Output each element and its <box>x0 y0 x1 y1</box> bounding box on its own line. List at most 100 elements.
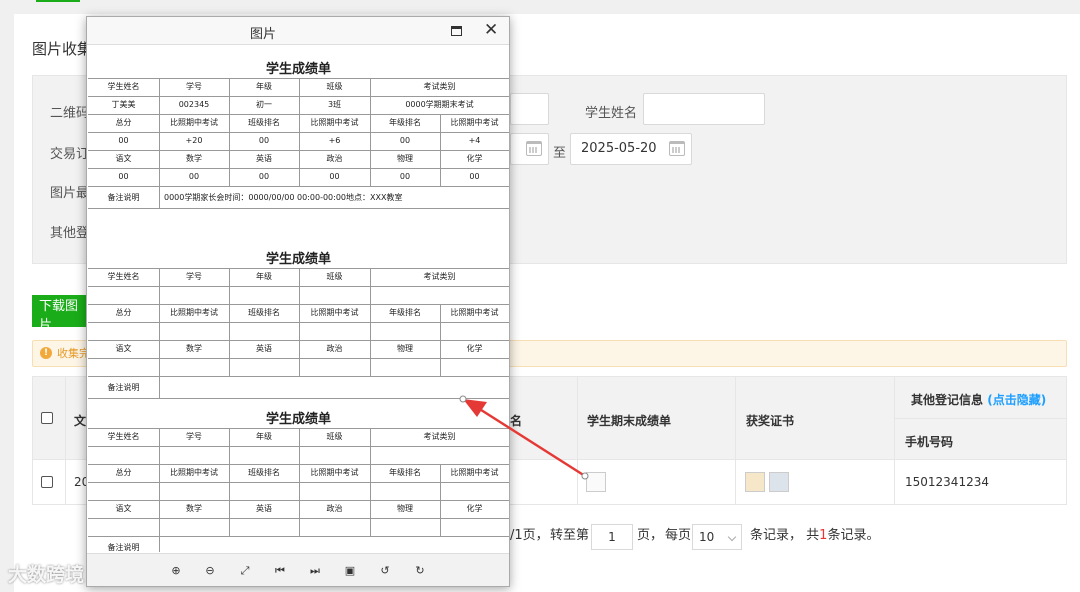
image-icon[interactable]: ▣ <box>343 564 357 578</box>
sheet-header-cell: 比照期中考试 <box>310 468 359 477</box>
filter-label-other: 其他登 <box>50 226 90 241</box>
pager-total-post: 条记录。 <box>827 528 880 543</box>
sheet-header-cell: 年级 <box>256 432 272 441</box>
sheet-header-cell: 化学 <box>466 344 483 353</box>
student-name-label: 学生姓名 <box>585 106 638 121</box>
sheet-value-cell: 00 <box>469 172 480 181</box>
grid-line <box>159 536 160 552</box>
remark-label: 备注说明 <box>107 383 140 392</box>
chevron-down-icon <box>727 532 737 542</box>
header-name: 名 <box>510 414 523 428</box>
award-thumbnail[interactable] <box>745 472 765 492</box>
sheet-header-cell: 英语 <box>256 504 272 513</box>
award-thumbnail[interactable] <box>769 472 789 492</box>
modal-toolbar: ⊕ ⊖ ⤢ ⏮ ⏭ ▣ ↺ ↻ <box>87 553 509 586</box>
sheet-header-cell: 班级排名 <box>248 468 280 477</box>
report-card-sheet: 学生成绩单 学生姓名 学号 年级 班级 考试类别 总分 比照期中考试 班级排名 比照期中考试 年级排… <box>88 236 509 401</box>
calendar-icon <box>526 141 542 156</box>
date-start-input[interactable] <box>510 133 549 165</box>
header-other-info-label: 其他登记信息 <box>911 393 984 407</box>
zoom-in-icon[interactable]: ⊕ <box>169 564 183 578</box>
sheet-header-cell: 年级排名 <box>389 468 421 477</box>
image-preview-modal: 图片 ✕ 学生成绩单 学生姓名 学号 年级 班级 考试类别 总分 比照期中考试 班级排名 比照期中… <box>86 16 510 587</box>
sheet-header-cell: 年级 <box>256 82 272 91</box>
sheet-title: 学生成绩单 <box>265 252 331 267</box>
pager-records: 条记录， 共1条记录。 <box>750 524 879 543</box>
sheet-header-cell: 班级排名 <box>248 308 280 317</box>
sheet-header-cell: 班级排名 <box>248 118 280 127</box>
sheet-value-cell: 00 <box>118 136 129 145</box>
sheet-header-cell: 学号 <box>186 82 202 91</box>
pager-size-select[interactable]: 10 <box>692 524 742 550</box>
header-phone: 手机号码 <box>905 435 954 449</box>
sheet-value-cell: 0000学期期末考试 <box>405 100 474 109</box>
sheet-header-cell: 比照期中考试 <box>450 468 499 477</box>
sheet-header-cell: 考试类别 <box>423 432 456 441</box>
filter-label-image: 图片最 <box>50 186 90 201</box>
sheet-title: 学生成绩单 <box>265 412 331 427</box>
watermark-logo: 大数跨境 <box>8 564 85 586</box>
remark-label: 备注说明 <box>107 543 140 552</box>
pager-per: 每页 <box>665 528 692 543</box>
report-card-sheet: 学生成绩单 学生姓名 学号 年级 班级 考试类别 总分 比照期中考试 班级排名 比照期中考试 年级排… <box>88 46 509 211</box>
date-end-input[interactable]: 2025-05-20 <box>570 133 692 165</box>
sheet-title: 学生成绩单 <box>265 62 331 77</box>
sheet-header-cell: 总分 <box>115 118 132 127</box>
download-images-button[interactable]: 下载图片 <box>32 295 90 333</box>
fit-icon[interactable]: ⤢ <box>238 564 252 578</box>
row-checkbox[interactable] <box>41 476 53 488</box>
sheet-value-cell: +6 <box>328 136 341 145</box>
modal-image-area[interactable]: 学生成绩单 学生姓名 学号 年级 班级 考试类别 总分 比照期中考试 班级排名 比照期中考试 年级排… <box>88 46 509 552</box>
sheet-header-cell: 班级 <box>326 272 343 281</box>
sheet-header-cell: 政治 <box>326 504 343 513</box>
sheet-value-cell: 00 <box>258 172 270 181</box>
first-icon[interactable]: ⏮ <box>273 564 287 578</box>
remark-label: 备注说明 <box>107 193 140 202</box>
sheet-header-cell: 比照期中考试 <box>450 118 499 127</box>
calendar-icon <box>669 141 685 156</box>
report-card-sheet: 学生成绩单 学生姓名 学号 年级 班级 考试类别 总分 比照期中考试 班级排名 比照期中考试 年级排… <box>88 396 509 552</box>
sheet-header-cell: 数学 <box>186 504 202 513</box>
hide-other-info-link[interactable]: (点击隐藏) <box>987 393 1046 407</box>
page-title: 图片收集 <box>32 40 93 58</box>
sheet-header-cell: 比照期中考试 <box>310 308 359 317</box>
zoom-out-icon[interactable]: ⊖ <box>203 564 217 578</box>
sheet-header-cell: 总分 <box>115 308 132 317</box>
rotate-right-icon[interactable]: ↻ <box>413 564 427 578</box>
sheet-header-cell: 考试类别 <box>423 82 456 91</box>
sheet-value-cell: 00 <box>329 172 340 181</box>
student-name-input[interactable] <box>643 93 765 125</box>
sheet-header-cell: 学生姓名 <box>107 432 140 441</box>
sheet-header-cell: 政治 <box>326 154 343 163</box>
sheet-header-cell: 语文 <box>115 344 132 353</box>
filter-label-qrcode: 二维码 <box>50 106 90 121</box>
filter-label-order: 交易订 <box>50 147 90 162</box>
sheet-header-cell: 班级 <box>326 82 343 91</box>
pager-size-value: 10 <box>699 530 715 544</box>
header-award-certificate: 获奖证书 <box>746 414 795 428</box>
last-icon[interactable]: ⏭ <box>308 564 322 578</box>
remark-text: 0000学期家长会时间：0000/00/00 00:00-00:00地点：XXX… <box>164 193 403 202</box>
sheet-header-cell: 学号 <box>186 272 202 281</box>
pager-total-pre: 共 <box>806 528 820 543</box>
qrcode-input[interactable] <box>510 93 549 125</box>
col-divider <box>65 377 66 504</box>
info-icon: ! <box>40 347 52 359</box>
sheet-header-cell: 数学 <box>186 154 202 163</box>
rotate-left-icon[interactable]: ↺ <box>378 564 392 578</box>
sheet-header-cell: 物理 <box>397 504 413 513</box>
sheet-value-cell: 00 <box>258 136 270 145</box>
sheet-header-cell: 物理 <box>397 154 413 163</box>
sheet-header-cell: 比照期中考试 <box>170 118 218 127</box>
pager-records-pre: 条记录， <box>750 528 803 543</box>
pager-page-unit: 页， <box>637 528 664 543</box>
select-all-checkbox[interactable] <box>41 412 53 424</box>
header-report-card: 学生期末成绩单 <box>587 414 672 428</box>
col-divider <box>577 377 578 504</box>
report-card-thumbnail[interactable] <box>586 472 606 492</box>
row-phone: 15012341234 <box>905 475 989 489</box>
pager-page-input[interactable]: 1 <box>591 524 633 550</box>
maximize-icon[interactable] <box>451 26 462 36</box>
sheet-value-cell: 00 <box>118 172 129 181</box>
close-icon[interactable]: ✕ <box>484 20 498 40</box>
